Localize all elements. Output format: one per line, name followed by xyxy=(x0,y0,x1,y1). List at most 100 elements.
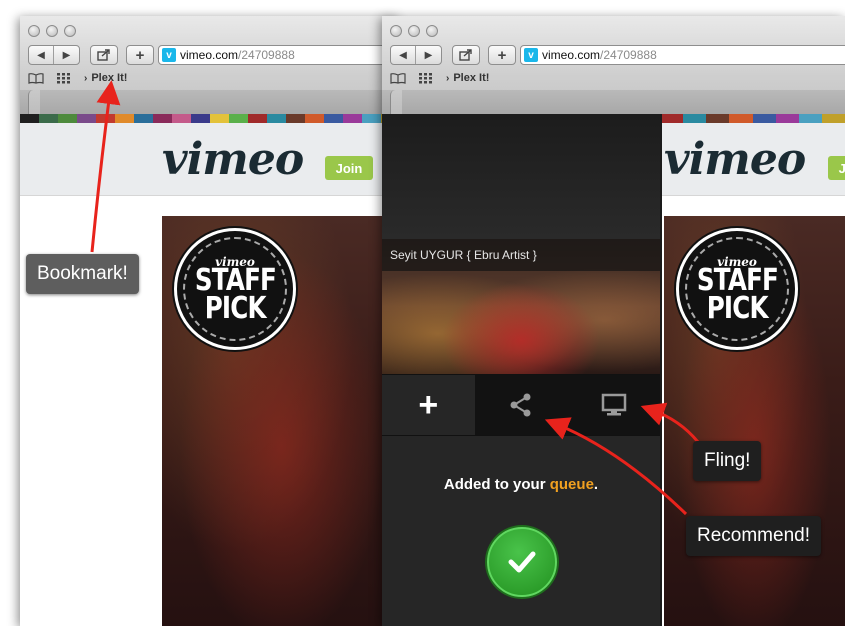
top-sites-button[interactable] xyxy=(418,72,434,84)
color-stripe xyxy=(286,114,305,123)
zoom-window-button[interactable] xyxy=(64,25,76,37)
plus-icon: + xyxy=(497,46,507,64)
color-stripe xyxy=(77,114,96,123)
plex-it-bookmark-label: Plex It! xyxy=(453,72,490,84)
video-player[interactable]: vimeo STAFF PICK xyxy=(162,216,400,626)
share-page-icon xyxy=(97,49,110,61)
window-controls xyxy=(28,25,76,37)
url-path: /24709888 xyxy=(238,48,295,62)
color-stripe xyxy=(752,114,776,123)
join-button[interactable]: Join xyxy=(828,156,845,180)
screenshot-stage: ◀ ▶ + v vimeo.com/24709888 › Plex It! vi… xyxy=(0,0,845,626)
url-path: /24709888 xyxy=(600,48,657,62)
add-bookmark-button[interactable]: + xyxy=(127,46,153,64)
browser-chrome: ◀ ▶ + v vimeo.com/24709888 › Plex It! xyxy=(20,16,400,114)
back-arrow-icon: ◀ xyxy=(399,49,407,61)
color-stripe xyxy=(20,114,39,123)
color-stripe xyxy=(172,114,191,123)
back-arrow-icon: ◀ xyxy=(37,49,45,61)
color-stripe xyxy=(115,114,134,123)
new-tab-group: + xyxy=(126,45,154,65)
tab[interactable] xyxy=(390,90,402,114)
plex-it-bookmark[interactable]: › Plex It! xyxy=(84,72,127,84)
book-icon xyxy=(390,72,406,84)
color-stripe xyxy=(775,114,799,123)
bookmark-callout: Bookmark! xyxy=(26,254,139,294)
vimeo-favicon: v xyxy=(162,48,176,62)
color-stripe xyxy=(659,114,684,123)
queue-link[interactable]: queue xyxy=(550,476,594,493)
close-window-button[interactable] xyxy=(28,25,40,37)
color-stripe xyxy=(191,114,210,123)
forward-arrow-icon: ▶ xyxy=(62,49,71,61)
chevron-right-icon: › xyxy=(84,73,88,84)
zoom-window-button[interactable] xyxy=(426,25,438,37)
success-check xyxy=(487,527,557,597)
tab-strip xyxy=(20,90,400,114)
chevron-right-icon: › xyxy=(446,73,450,84)
address-bar[interactable]: v vimeo.com/24709888 xyxy=(158,45,400,65)
minimize-window-button[interactable] xyxy=(46,25,58,37)
monitor-icon xyxy=(601,393,626,416)
queue-confirmation: Added to your queue. xyxy=(382,476,660,493)
browser-window-left: ◀ ▶ + v vimeo.com/24709888 › Plex It! vi… xyxy=(20,16,400,626)
vimeo-header: vimeo Join xyxy=(20,123,400,196)
video-title: Seyit UYGUR { Ebru Artist } xyxy=(382,239,660,271)
join-button[interactable]: Join xyxy=(325,156,373,180)
fling-button[interactable] xyxy=(567,375,661,435)
color-stripe xyxy=(153,114,172,123)
staff-pick-badge: vimeo STAFF PICK xyxy=(676,228,798,350)
plus-icon: + xyxy=(418,386,439,424)
plex-header-area xyxy=(382,114,660,239)
checkmark-icon xyxy=(508,551,536,573)
forward-button[interactable]: ▶ xyxy=(54,46,79,64)
add-to-queue-button[interactable]: + xyxy=(382,375,475,435)
vimeo-logo[interactable]: vimeo xyxy=(664,134,806,185)
window-controls xyxy=(390,25,438,37)
color-stripe xyxy=(729,114,753,123)
share-page-icon xyxy=(459,49,472,61)
top-sites-button[interactable] xyxy=(56,72,72,84)
color-stripe xyxy=(706,114,730,123)
close-window-button[interactable] xyxy=(390,25,402,37)
color-stripe xyxy=(324,114,343,123)
color-stripe xyxy=(305,114,324,123)
back-button[interactable]: ◀ xyxy=(29,46,55,64)
color-stripe xyxy=(267,114,286,123)
book-icon xyxy=(28,72,44,84)
share-page-button[interactable] xyxy=(91,46,117,64)
video-thumbnail: Seyit UYGUR { Ebru Artist } xyxy=(382,239,660,374)
video-player[interactable]: vimeo STAFF PICK xyxy=(664,216,845,626)
minimize-window-button[interactable] xyxy=(408,25,420,37)
recommend-button[interactable] xyxy=(474,375,568,435)
fling-callout: Fling! xyxy=(693,441,762,481)
address-bar[interactable]: v vimeo.com/24709888 xyxy=(520,45,845,65)
grid-icon xyxy=(57,72,70,83)
staff-pick-line2: PICK xyxy=(204,291,266,326)
share-page-button[interactable] xyxy=(453,46,479,64)
forward-button[interactable]: ▶ xyxy=(416,46,441,64)
confirmation-period: . xyxy=(593,476,599,493)
back-button[interactable]: ◀ xyxy=(391,46,417,64)
plus-icon: + xyxy=(135,46,145,64)
recommend-callout: Recommend! xyxy=(686,516,821,556)
color-stripe xyxy=(821,114,845,123)
plex-it-bookmark[interactable]: › Plex It! xyxy=(446,72,489,84)
url-domain: vimeo.com xyxy=(542,48,601,62)
vimeo-logo[interactable]: vimeo xyxy=(162,134,304,185)
bookmarks-bar: › Plex It! xyxy=(28,70,127,86)
add-bookmark-button[interactable]: + xyxy=(489,46,515,64)
reading-list-button[interactable] xyxy=(390,72,406,84)
vimeo-page: vimeo Join vimeo STAFF PICK xyxy=(20,114,400,626)
tab-strip xyxy=(382,90,845,114)
plex-action-bar: + xyxy=(382,374,661,436)
reading-list-button[interactable] xyxy=(28,72,44,84)
plex-it-bookmark-label: Plex It! xyxy=(91,72,128,84)
new-tab-group: + xyxy=(488,45,516,65)
tab[interactable] xyxy=(28,90,40,114)
color-stripe xyxy=(343,114,362,123)
nav-buttons: ◀ ▶ xyxy=(28,45,80,65)
staff-pick-badge: vimeo STAFF PICK xyxy=(174,228,296,350)
color-stripe xyxy=(362,114,381,123)
color-stripe xyxy=(229,114,248,123)
